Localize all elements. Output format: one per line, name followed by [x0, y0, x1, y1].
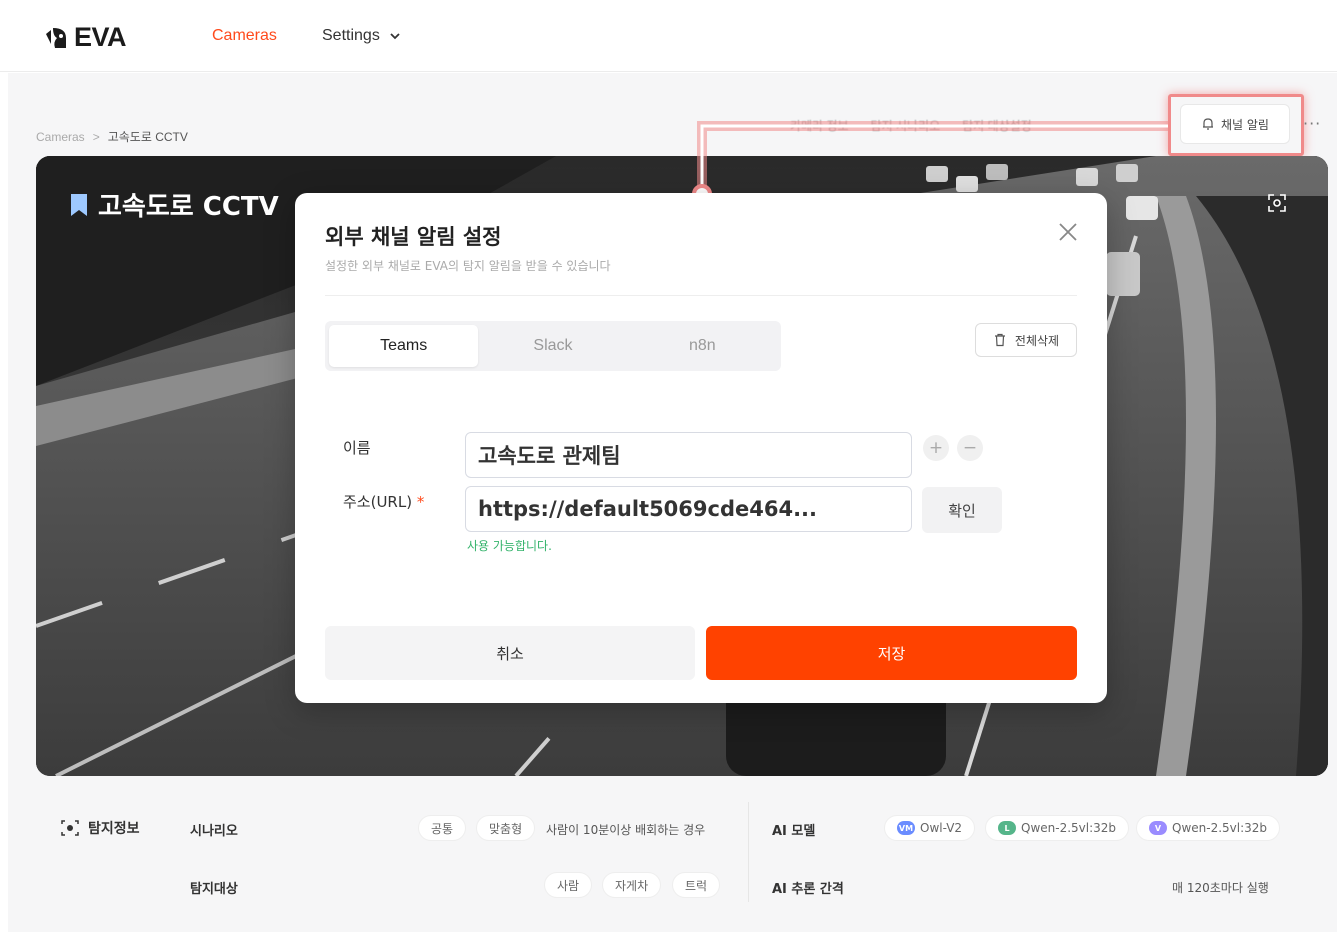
nav-settings-label: Settings: [322, 27, 380, 44]
ai-model-chip: V Qwen-2.5vl:32b: [1136, 815, 1281, 841]
detection-title-text: 탐지정보: [88, 821, 140, 837]
ai-model-chip: VM Owl-V2: [884, 815, 976, 841]
eva-logo-icon: [46, 27, 66, 48]
eye-scan-icon: [61, 820, 79, 836]
tab-slack[interactable]: Slack: [478, 325, 627, 367]
target-chip-forklift: 자게차: [602, 872, 662, 898]
interval-value: 매 120초마다 실행: [1172, 881, 1269, 895]
url-hint: 사용 가능합니다.: [467, 539, 552, 553]
model-badge: L: [998, 821, 1016, 835]
confirm-button[interactable]: 확인: [922, 487, 1002, 533]
save-button[interactable]: 저장: [706, 626, 1077, 680]
target-chip-truck: 트럭: [672, 872, 721, 898]
tab-n8n[interactable]: n8n: [628, 325, 777, 367]
nav-settings[interactable]: Settings: [322, 27, 402, 45]
model-badge: V: [1149, 821, 1167, 835]
modal-title: 외부 채널 알림 설정: [325, 225, 502, 249]
model-name: Qwen-2.5vl:32b: [1172, 821, 1268, 835]
top-nav: EVA Cameras Settings: [0, 0, 1337, 72]
more-button[interactable]: ···: [1303, 114, 1321, 133]
modal-divider: [325, 295, 1077, 296]
targets-label: 탐지대상: [190, 882, 238, 897]
logo-text: EVA: [74, 22, 127, 52]
name-label: 이름: [343, 439, 371, 457]
logo[interactable]: EVA: [42, 22, 127, 53]
detection-info: 탐지정보 시나리오 공통 맞춤형 사람이 10분이상 배회하는 경우 탐지대상 …: [0, 790, 1337, 920]
tab-teams[interactable]: Teams: [329, 325, 479, 367]
chevron-down-icon: [390, 33, 400, 40]
breadcrumb-root[interactable]: Cameras: [36, 130, 85, 144]
add-row-button[interactable]: +: [923, 435, 949, 461]
ai-model-chip: L Qwen-2.5vl:32b: [985, 815, 1130, 841]
name-input[interactable]: 고속도로 관제팀: [465, 432, 912, 478]
scenario-text: 사람이 10분이상 배회하는 경우: [546, 823, 706, 837]
scenario-chip-common: 공통: [418, 815, 467, 841]
ai-model-label: AI 모델: [772, 824, 816, 839]
breadcrumb-current: 고속도로 CCTV: [107, 130, 188, 144]
detection-info-title: 탐지정보: [60, 818, 140, 838]
camera-title: 고속도로 CCTV: [68, 186, 279, 223]
scan-icon[interactable]: [1266, 192, 1288, 214]
required-mark: *: [416, 493, 425, 511]
scenario-chip-custom: 맞춤형: [476, 815, 536, 841]
bookmark-icon[interactable]: [68, 192, 90, 218]
nav-cameras[interactable]: Cameras: [212, 27, 277, 45]
interval-label: AI 추론 간격: [772, 882, 844, 897]
scenario-label: 시나리오: [190, 824, 238, 839]
highlight-annotation-box: [1168, 94, 1304, 156]
channel-alert-modal: 외부 채널 알림 설정 설정한 외부 채널로 EVA의 탐지 알림을 받을 수 …: [295, 193, 1107, 703]
delete-all-button[interactable]: 전체삭제: [975, 323, 1077, 357]
model-name: Owl-V2: [920, 821, 963, 835]
modal-subtitle: 설정한 외부 채널로 EVA의 탐지 알림을 받을 수 있습니다: [325, 259, 611, 273]
delete-all-label: 전체삭제: [1014, 333, 1060, 348]
trash-icon: [994, 333, 1005, 347]
camera-title-text: 고속도로 CCTV: [98, 192, 279, 222]
url-label: 주소(URL) *: [343, 491, 424, 512]
model-name: Qwen-2.5vl:32b: [1021, 821, 1117, 835]
cancel-button[interactable]: 취소: [325, 626, 695, 680]
info-divider: [748, 802, 749, 902]
remove-row-button[interactable]: −: [957, 435, 983, 461]
breadcrumb-separator: >: [92, 129, 100, 144]
url-input[interactable]: https://default5069cde464...: [465, 486, 912, 532]
breadcrumb: Cameras > 고속도로 CCTV: [36, 128, 188, 145]
target-chip-person: 사람: [544, 872, 593, 898]
close-icon[interactable]: [1057, 221, 1079, 243]
url-label-text: 주소(URL): [343, 493, 413, 511]
channel-tabs: Teams Slack n8n: [325, 321, 781, 371]
model-badge: VM: [897, 821, 915, 835]
